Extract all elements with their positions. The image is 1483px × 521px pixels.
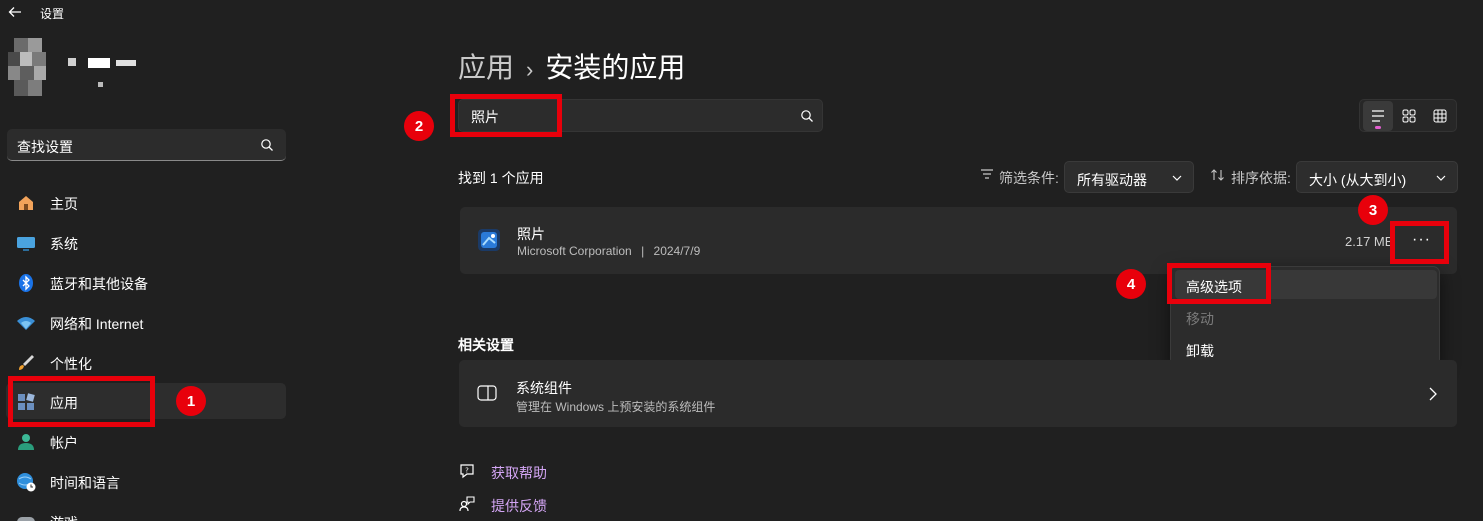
annotation-box-apps [8, 376, 155, 427]
chevron-down-icon [1436, 175, 1446, 181]
tiles-view-icon [1402, 109, 1416, 123]
monitor-icon [17, 237, 35, 251]
sort-icon [1211, 169, 1224, 181]
filter-value: 所有驱动器 [1077, 172, 1147, 188]
filter-label: 筛选条件: [999, 170, 1059, 186]
list-view-button[interactable] [1363, 101, 1393, 131]
menu-item-label: 卸载 [1186, 343, 1214, 359]
chevron-right-icon [1429, 387, 1437, 401]
sidebar-item-network[interactable]: 网络和 Internet [6, 304, 286, 340]
annotation-badge: 2 [404, 111, 434, 141]
app-name: 照片 [517, 226, 545, 242]
app-publisher: Microsoft Corporation [517, 244, 632, 258]
app-meta: Microsoft Corporation | 2024/7/9 [517, 244, 700, 258]
search-placeholder: 查找设置 [17, 139, 73, 155]
sort-dropdown[interactable]: 大小 (从大到小) [1296, 161, 1458, 193]
sidebar-item-accounts[interactable]: 帐户 [6, 423, 286, 459]
home-icon [19, 196, 33, 210]
sidebar-search-input[interactable]: 查找设置 [7, 129, 286, 161]
sidebar-item-label: 主页 [50, 196, 78, 212]
filter-dropdown[interactable]: 所有驱动器 [1064, 161, 1194, 193]
sidebar-item-bluetooth[interactable]: 蓝牙和其他设备 [6, 264, 286, 300]
meta-separator: | [641, 244, 645, 258]
sort-value: 大小 (从大到小) [1309, 172, 1407, 188]
photos-app-icon [478, 229, 500, 251]
app-list-item[interactable]: 照片 Microsoft Corporation | 2024/7/9 2.17… [460, 207, 1457, 274]
search-icon [801, 110, 813, 122]
sidebar-item-label: 蓝牙和其他设备 [50, 276, 148, 292]
window-title: 设置 [40, 7, 65, 21]
system-components-title: 系统组件 [516, 380, 572, 396]
breadcrumb-separator: › [526, 57, 534, 82]
avatar [8, 38, 48, 100]
sidebar-item-gaming[interactable]: 游戏 [6, 503, 286, 521]
grid-view-button[interactable] [1425, 101, 1455, 131]
sort-label: 排序依据: [1231, 170, 1291, 186]
tiles-view-button[interactable] [1394, 101, 1424, 131]
menu-item-label: 移动 [1186, 311, 1214, 327]
sidebar-item-label: 帐户 [50, 435, 78, 451]
sidebar-item-home[interactable]: 主页 [6, 184, 286, 220]
view-mode-toggle [1359, 99, 1457, 132]
page-title: 安装的应用 [545, 52, 686, 83]
annotation-box-search [450, 94, 562, 137]
system-components-link[interactable]: 系统组件 管理在 Windows 上预安装的系统组件 [459, 360, 1457, 427]
results-count: 找到 1 个应用 [458, 170, 544, 186]
sidebar-item-label: 时间和语言 [50, 475, 120, 491]
gamepad-icon [17, 517, 35, 521]
annotation-badge: 3 [1358, 195, 1388, 225]
menu-item-uninstall[interactable]: 卸载 [1175, 334, 1437, 363]
profile-name-redacted [68, 58, 138, 87]
get-help-link[interactable]: 获取帮助 [491, 463, 547, 483]
sidebar-item-label: 游戏 [50, 513, 78, 521]
title-bar: 设置 [0, 0, 1483, 26]
breadcrumb-parent[interactable]: 应用 [458, 52, 514, 83]
grid-view-icon [1433, 109, 1447, 123]
sidebar-item-personalization[interactable]: 个性化 [6, 344, 286, 380]
search-icon [261, 139, 273, 151]
sidebar-item-label: 个性化 [50, 356, 92, 372]
list-view-icon [1372, 110, 1384, 122]
sidebar-item-label: 系统 [50, 236, 78, 252]
back-arrow-icon[interactable] [6, 3, 24, 21]
selected-indicator [1375, 126, 1381, 129]
annotation-box-advanced [1167, 263, 1271, 304]
feedback-link[interactable]: 提供反馈 [491, 496, 547, 516]
menu-item-move: 移动 [1175, 302, 1437, 331]
chevron-down-icon [1172, 175, 1182, 181]
annotation-badge: 4 [1116, 269, 1146, 299]
get-help-icon: ? [460, 464, 474, 479]
annotation-box-more [1390, 221, 1449, 264]
sidebar-item-system[interactable]: 系统 [6, 224, 286, 260]
account-icon [18, 434, 34, 450]
sidebar-item-time-language[interactable]: 时间和语言 [6, 463, 286, 499]
globe-clock-icon [17, 473, 36, 492]
app-install-date: 2024/7/9 [653, 244, 701, 258]
wifi-icon [17, 317, 35, 330]
filter-icon [981, 169, 993, 179]
brush-icon [19, 355, 34, 370]
app-size: 2.17 MB [1345, 234, 1394, 249]
feedback-icon [459, 496, 475, 512]
bluetooth-icon [19, 274, 33, 292]
related-settings-heading: 相关设置 [458, 337, 514, 353]
system-components-subtitle: 管理在 Windows 上预安装的系统组件 [516, 400, 716, 414]
svg-text:?: ? [465, 467, 469, 475]
system-components-icon [477, 385, 497, 401]
annotation-badge: 1 [176, 386, 206, 416]
breadcrumb: 应用 › 安装的应用 [458, 46, 685, 86]
sidebar-item-label: 网络和 Internet [50, 316, 144, 332]
